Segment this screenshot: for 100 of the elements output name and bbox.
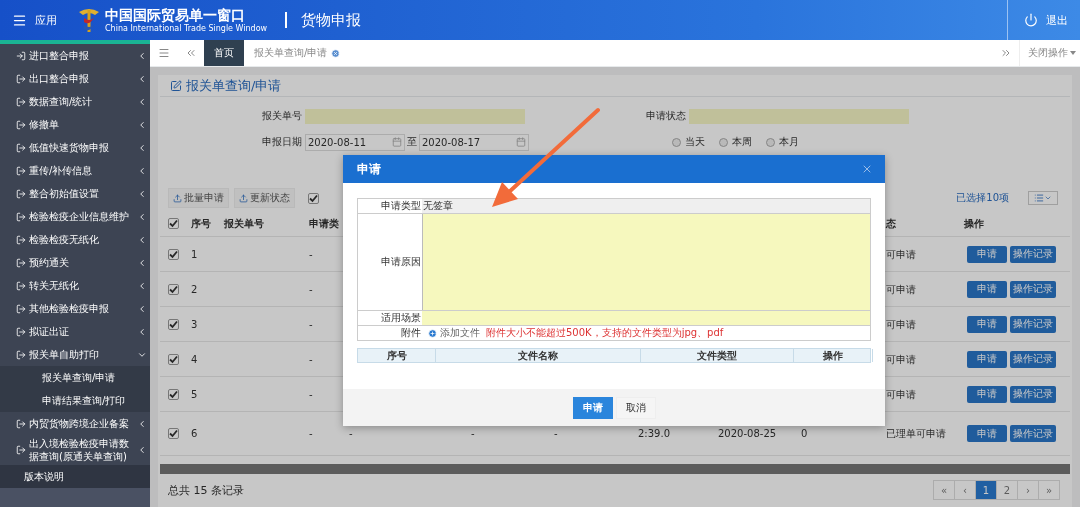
row-action-button[interactable]: 操作记录 bbox=[1010, 350, 1056, 368]
sidebar-item[interactable]: 低值快速货物申报 bbox=[0, 136, 150, 159]
toolbar-button[interactable]: 批量申请 bbox=[168, 188, 229, 208]
date-field[interactable]: 2020-08-17 bbox=[419, 133, 529, 151]
menu-icon[interactable] bbox=[12, 12, 27, 28]
checkbox[interactable] bbox=[168, 248, 179, 260]
application-type-value: 无签章 bbox=[422, 199, 870, 213]
column-header: 文件类型 bbox=[641, 349, 794, 362]
sign-out-icon bbox=[16, 445, 26, 455]
table-cell-text: 4 bbox=[190, 352, 199, 366]
sidebar-item[interactable]: 检验检疫无纸化 bbox=[0, 228, 150, 251]
checkbox[interactable] bbox=[168, 318, 179, 330]
checkbox[interactable] bbox=[168, 428, 179, 439]
menu-icon[interactable] bbox=[157, 47, 170, 59]
row-action-button[interactable]: 申请 bbox=[967, 425, 1007, 442]
upload-icon bbox=[239, 193, 248, 203]
toolbar-button[interactable]: 更新状态 bbox=[234, 188, 295, 208]
checkbox[interactable] bbox=[168, 283, 179, 295]
sidebar-item[interactable]: 出口整合申报 bbox=[0, 67, 150, 90]
row-action-button[interactable]: 操作记录 bbox=[1010, 280, 1056, 298]
add-file-button[interactable]: 添加文件 bbox=[428, 326, 480, 340]
sign-out-icon bbox=[16, 142, 26, 153]
panel-title: 报关单查询/申请 bbox=[186, 76, 282, 95]
sidebar-item[interactable]: 版本说明 bbox=[0, 465, 150, 488]
edit-icon bbox=[170, 79, 182, 92]
selection-count-link[interactable]: 已选择10项 bbox=[956, 191, 1009, 205]
horizontal-scrollbar[interactable] bbox=[160, 464, 1070, 474]
checkbox[interactable] bbox=[168, 218, 179, 229]
chevron-left-icon bbox=[137, 418, 147, 429]
pagination-button[interactable]: 1 bbox=[975, 480, 997, 500]
logout-button[interactable]: 退出 bbox=[1024, 12, 1068, 28]
column-header: 序号 bbox=[190, 217, 212, 230]
sidebar-item[interactable]: 出入境检验检疫申请数据查询(原通关单查询) bbox=[0, 435, 150, 465]
row-action-button[interactable]: 申请 bbox=[967, 280, 1007, 298]
date-field[interactable]: 2020-08-11 bbox=[305, 133, 405, 151]
app-menu-button[interactable]: 应用 bbox=[0, 0, 78, 40]
sidebar-subitem[interactable]: 申请结果查询/打印 bbox=[0, 389, 150, 412]
cancel-button[interactable]: 取消 bbox=[615, 396, 656, 419]
row-action-button[interactable]: 申请 bbox=[967, 315, 1007, 333]
field-label: 报关单号 bbox=[261, 109, 303, 123]
sidebar-item[interactable]: 进口整合申报 bbox=[0, 44, 150, 67]
sidebar-item[interactable]: 修撤单 bbox=[0, 113, 150, 136]
radio-option[interactable]: 当天 bbox=[672, 135, 705, 149]
sign-out-icon bbox=[16, 326, 26, 337]
pagination-button[interactable]: « bbox=[933, 480, 955, 500]
checkbox[interactable] bbox=[168, 353, 179, 365]
sidebar-item[interactable]: 其他检验检疫申报 bbox=[0, 297, 150, 320]
sidebar-item[interactable]: 预约通关 bbox=[0, 251, 150, 274]
pagination-button[interactable]: 2 bbox=[996, 480, 1018, 500]
columns-button[interactable] bbox=[1028, 191, 1058, 205]
sidebar-item[interactable]: 整合初始值设置 bbox=[0, 182, 150, 205]
row-action-button[interactable]: 操作记录 bbox=[1010, 315, 1056, 333]
row-action-button[interactable]: 操作记录 bbox=[1010, 245, 1056, 263]
sidebar-item[interactable]: 数据查询/统计 bbox=[0, 90, 150, 113]
sidebar-item[interactable]: 内贸货物跨境企业备案 bbox=[0, 412, 150, 435]
pagination-button[interactable]: » bbox=[1038, 480, 1060, 500]
table-cell-text: 2020-08-25 bbox=[717, 427, 778, 440]
checkbox[interactable] bbox=[308, 192, 319, 204]
sidebar-item[interactable]: 转关无纸化 bbox=[0, 274, 150, 297]
row-action-button[interactable]: 操作记录 bbox=[1010, 425, 1056, 442]
sidebar-item[interactable]: 报关单自助打印 bbox=[0, 343, 150, 366]
upload-icon bbox=[173, 193, 182, 203]
sidebar-subitem[interactable]: 报关单查询/申请 bbox=[0, 366, 150, 389]
field-label: 申报日期 bbox=[261, 135, 303, 149]
sign-in-icon bbox=[16, 50, 26, 61]
column-header: 态 bbox=[884, 217, 897, 230]
checkbox[interactable] bbox=[168, 388, 179, 400]
dialog-title: 申请 bbox=[357, 160, 381, 178]
power-icon[interactable] bbox=[1024, 13, 1038, 27]
table-cell-text: - bbox=[308, 427, 314, 440]
close-icon[interactable] bbox=[331, 48, 341, 58]
status-field[interactable] bbox=[689, 108, 909, 124]
calendar-icon[interactable] bbox=[392, 137, 402, 147]
record-count: 总共 15 条记录 bbox=[168, 483, 244, 497]
sidebar-item[interactable]: 检验检疫企业信息维护 bbox=[0, 205, 150, 228]
table-cell-text: 可申请 bbox=[885, 282, 917, 296]
table-cell-text: - bbox=[308, 352, 314, 366]
sidebar-item[interactable]: 拟证出证 bbox=[0, 320, 150, 343]
row-action-button[interactable]: 操作记录 bbox=[1010, 385, 1056, 403]
row-action-button[interactable]: 申请 bbox=[967, 350, 1007, 368]
sign-out-icon bbox=[16, 96, 26, 107]
scenario-input[interactable] bbox=[422, 311, 870, 325]
declaration-number-field[interactable] bbox=[305, 108, 525, 124]
table-cell-text: 可申请 bbox=[885, 317, 917, 331]
table-cell-text: - bbox=[348, 427, 354, 440]
submit-button[interactable]: 申请 bbox=[572, 396, 613, 419]
page-tab[interactable]: 首页 bbox=[204, 40, 244, 66]
radio-option[interactable]: 本月 bbox=[766, 135, 799, 149]
double-chevron-right-icon[interactable] bbox=[999, 47, 1012, 59]
form-label: 附件 bbox=[400, 326, 422, 340]
pagination-button[interactable]: › bbox=[1017, 480, 1039, 500]
row-action-button[interactable]: 申请 bbox=[967, 385, 1007, 403]
close-icon[interactable] bbox=[861, 163, 873, 175]
sidebar-item[interactable]: 重传/补传信息 bbox=[0, 159, 150, 182]
row-action-button[interactable]: 申请 bbox=[967, 245, 1007, 263]
pagination-button[interactable]: ‹ bbox=[954, 480, 976, 500]
radio-option[interactable]: 本周 bbox=[719, 135, 752, 149]
calendar-icon[interactable] bbox=[516, 137, 526, 147]
table-cell-text: - bbox=[470, 427, 476, 440]
chevron-left-icon bbox=[137, 73, 147, 84]
